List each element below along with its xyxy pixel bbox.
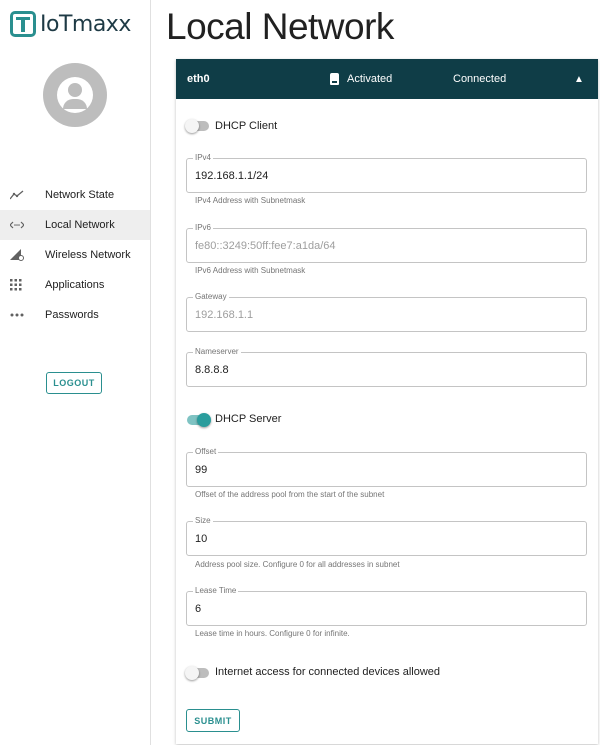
lease-time-helper: Lease time in hours. Configure 0 for inf… [195,629,350,638]
code-arrows-icon [0,221,45,229]
dots-icon [0,313,45,317]
offset-field[interactable]: Offset 99 [186,447,587,487]
dhcp-client-toggle[interactable] [185,119,209,133]
dhcp-server-label: DHCP Server [215,413,282,425]
ipv6-value: fe80::3249:50ff:fee7:a1da/64 [195,240,336,252]
internet-access-toggle[interactable] [185,666,209,680]
offset-value: 99 [195,464,208,476]
interface-name: eth0 [187,73,210,85]
apps-grid-icon [0,279,45,291]
sidebar-item-label: Local Network [45,219,115,231]
sidebar: IoTmaxx Network State Local Network Wire… [0,0,151,745]
offset-label: Offset [193,447,219,456]
gateway-label: Gateway [193,292,229,301]
size-helper: Address pool size. Configure 0 for all a… [195,560,400,569]
nameserver-value: 8.8.8.8 [195,364,229,376]
page-title: Local Network [166,6,394,47]
dhcp-server-toggle[interactable] [187,413,211,427]
panel-header[interactable]: eth0 Activated Connected ▲ [176,59,598,99]
ethernet-port-icon [330,73,339,85]
sidebar-item-wireless-network[interactable]: Wireless Network [0,240,150,270]
sidebar-nav: Network State Local Network Wireless Net… [0,180,150,330]
sidebar-item-applications[interactable]: Applications [0,270,150,300]
nameserver-label: Nameserver [193,347,241,356]
size-label: Size [193,516,213,525]
lease-time-label: Lease Time [193,586,239,595]
sidebar-item-local-network[interactable]: Local Network [0,210,150,240]
lease-time-value: 6 [195,603,202,615]
sidebar-item-network-state[interactable]: Network State [0,180,150,210]
sidebar-item-label: Applications [45,279,105,291]
internet-access-label: Internet access for connected devices al… [215,666,441,678]
size-value: 10 [195,533,208,545]
ipv6-field[interactable]: IPv6 fe80::3249:50ff:fee7:a1da/64 [186,223,587,263]
logo-mark-icon [10,11,36,37]
sidebar-item-passwords[interactable]: Passwords [0,300,150,330]
ipv6-helper: IPv6 Address with Subnetmask [195,266,306,275]
size-field[interactable]: Size 10 [186,516,587,556]
ipv6-label: IPv6 [193,223,214,232]
ipv4-helper: IPv4 Address with Subnetmask [195,196,306,205]
lease-time-field[interactable]: Lease Time 6 [186,586,587,626]
gateway-field[interactable]: Gateway 192.168.1.1 [186,292,587,332]
nameserver-field[interactable]: Nameserver 8.8.8.8 [186,347,587,387]
chevron-up-icon[interactable]: ▲ [574,74,584,85]
logo: IoTmaxx [10,9,131,39]
sidebar-item-label: Network State [45,189,115,201]
sidebar-item-label: Passwords [45,309,99,321]
interface-state: Activated [347,73,393,85]
dhcp-client-label: DHCP Client [215,120,278,132]
submit-button[interactable]: SUBMIT [186,709,240,732]
offset-helper: Offset of the address pool from the star… [195,490,385,499]
connection-status: Connected [453,73,507,85]
ipv4-label: IPv4 [193,153,214,162]
sidebar-item-label: Wireless Network [45,249,131,261]
ipv4-value: 192.168.1.1/24 [195,170,269,182]
avatar [43,63,107,127]
chart-line-icon [0,190,45,200]
gateway-value: 192.168.1.1 [195,309,254,321]
ipv4-field[interactable]: IPv4 192.168.1.1/24 [186,153,587,193]
logo-text: IoTmaxx [40,11,131,37]
signal-settings-icon [0,249,45,261]
logout-button[interactable]: LOGOUT [46,372,102,394]
